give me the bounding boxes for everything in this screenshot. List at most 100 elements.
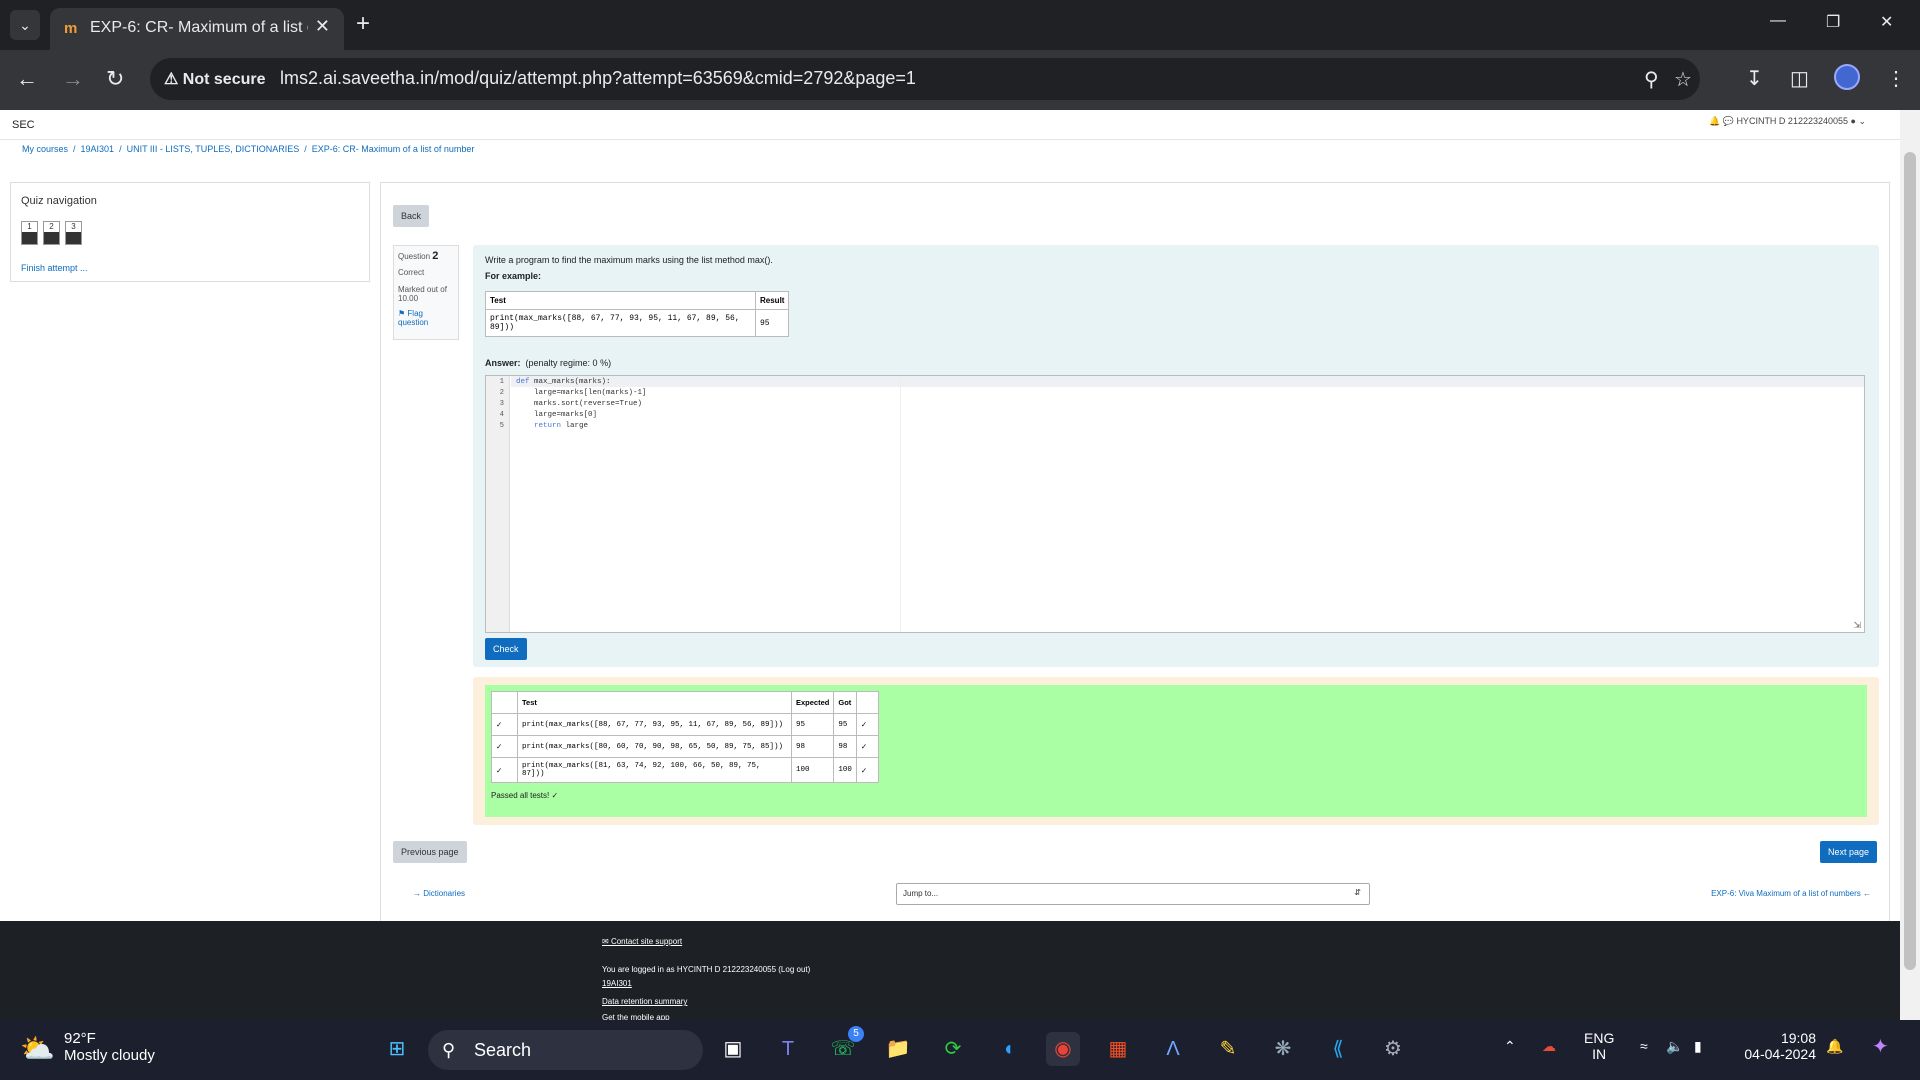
whatsapp-icon[interactable]: ☏ 5 xyxy=(826,1026,864,1066)
reload-icon[interactable]: ↻ xyxy=(106,66,124,92)
windows-start-icon[interactable]: ⊞ xyxy=(380,1032,414,1066)
expected-cell: 95 xyxy=(790,713,835,736)
flag-question-link[interactable]: ⚑ Flag question xyxy=(398,309,454,327)
back-button[interactable]: Back xyxy=(393,205,430,227)
new-tab-icon[interactable]: + xyxy=(356,10,370,38)
battery-icon[interactable]: ▮ xyxy=(1694,1038,1702,1055)
pass-check-icon: ✓ xyxy=(855,757,879,783)
browser-tab[interactable]: m EXP-6: CR- Maximum of a list of number… xyxy=(50,8,344,50)
restore-icon[interactable]: ❐ xyxy=(1826,12,1840,32)
question-number: 2 xyxy=(432,250,439,262)
omnibox[interactable]: ⚠ Not secure lms2.ai.saveetha.in/mod/qui… xyxy=(150,58,1700,100)
next-page-button[interactable]: Next page xyxy=(1819,841,1877,863)
previous-page-button[interactable]: Previous page xyxy=(393,841,467,863)
vscode-icon[interactable]: ⟪ xyxy=(1321,1032,1355,1066)
clock-time: 19:08 xyxy=(1780,1030,1816,1046)
keyword-def: def xyxy=(516,378,530,386)
code-text: large xyxy=(561,422,589,430)
select-arrows-icon: ⇵ xyxy=(1354,888,1361,897)
code-line-2[interactable]: large=marks[len(marks)-1] xyxy=(516,389,647,397)
quiz-nav-number: 1 xyxy=(22,222,37,232)
question-prompt: Write a program to find the maximum mark… xyxy=(485,255,773,265)
contact-support-text: Contact site support xyxy=(610,937,683,946)
finish-attempt-link[interactable]: Finish attempt ... xyxy=(21,263,88,273)
table-row: ✓ print(max_marks([88, 67, 77, 93, 95, 1… xyxy=(491,713,879,736)
bug-app-icon[interactable]: ❋ xyxy=(1266,1032,1300,1066)
windows-taskbar: ⛅ 92°F Mostly cloudy ⊞ ⚲ Search ▣ T ☏ 5 📁… xyxy=(0,1020,1920,1080)
menu-dots-icon[interactable]: ⋮ xyxy=(1886,66,1906,91)
teams-icon[interactable]: T xyxy=(771,1032,805,1066)
zoom-icon[interactable]: ⚲ xyxy=(1644,67,1659,92)
resize-handle-icon[interactable]: ⇲ xyxy=(1853,620,1861,631)
code-line-1[interactable]: def max_marks(marks): xyxy=(516,378,611,386)
answer-title: Answer: xyxy=(485,358,521,368)
side-panel-icon[interactable]: ◫ xyxy=(1790,66,1809,91)
pass-check-icon: ✓ xyxy=(491,735,518,758)
taskbar-search[interactable]: ⚲ Search xyxy=(428,1030,703,1070)
weather-desc: Mostly cloudy xyxy=(64,1047,155,1064)
logged-in-text[interactable]: You are logged in as HYCINTH D 212223240… xyxy=(602,965,810,974)
spinner-app-icon[interactable]: ⟳ xyxy=(936,1032,970,1066)
breadcrumb-exp[interactable]: EXP-6: CR- Maximum of a list of number xyxy=(312,144,475,154)
data-retention-link[interactable]: Data retention summary xyxy=(602,997,687,1006)
edge-icon[interactable]: ◖ xyxy=(991,1032,1025,1066)
forward-arrow-icon[interactable]: → xyxy=(62,66,84,92)
check-button[interactable]: Check xyxy=(485,638,527,660)
task-view-icon[interactable]: ▣ xyxy=(716,1032,750,1066)
close-tab-icon[interactable]: ✕ xyxy=(315,16,330,37)
tray-chevron-up-icon[interactable]: ⌃ xyxy=(1504,1038,1516,1055)
notification-bell-icon[interactable]: 🔔 xyxy=(1826,1038,1843,1055)
bookmark-star-icon[interactable]: ☆ xyxy=(1674,67,1692,92)
close-window-icon[interactable]: ✕ xyxy=(1880,12,1893,32)
code-line-4[interactable]: large=marks[0] xyxy=(516,411,597,419)
answer-label: Answer: (penalty regime: 0 %) xyxy=(485,358,611,368)
microsoft-store-icon[interactable]: ▦ xyxy=(1101,1032,1135,1066)
copilot-icon[interactable]: ✦ xyxy=(1872,1034,1889,1059)
test-results-table: Test Expected Got ✓ print(max_marks([88,… xyxy=(491,691,879,783)
scrollbar-thumb[interactable] xyxy=(1904,152,1916,970)
not-secure-label[interactable]: ⚠ Not secure xyxy=(164,69,266,89)
question-text-box: Write a program to find the maximum mark… xyxy=(473,245,1879,667)
download-icon[interactable]: ↧ xyxy=(1746,66,1763,91)
chrome-icon[interactable]: ◉ xyxy=(1046,1032,1080,1066)
minimize-icon[interactable]: — xyxy=(1770,12,1786,30)
breadcrumb-my-courses[interactable]: My courses xyxy=(22,144,68,154)
site-name[interactable]: SEC xyxy=(12,119,35,131)
contact-support-link[interactable]: ✉ Contact site support xyxy=(602,937,682,946)
code-editor[interactable]: 1 2 3 4 5 def max_marks(marks): large=ma… xyxy=(485,375,1865,633)
profile-avatar[interactable] xyxy=(1834,64,1860,90)
onedrive-error-icon[interactable]: ☁ xyxy=(1542,1038,1556,1055)
back-arrow-icon[interactable]: ← xyxy=(16,66,38,92)
user-menu[interactable]: 🔔 💬 HYCINTH D 212223240055 ● ⌄ xyxy=(1709,116,1866,127)
next-activity-link[interactable]: EXP-6: Viva Maximum of a list of numbers… xyxy=(1711,889,1871,898)
breadcrumb-sep: / xyxy=(119,144,122,154)
clock[interactable]: 19:08 04-04-2024 xyxy=(1736,1030,1816,1062)
url-text[interactable]: lms2.ai.saveetha.in/mod/quiz/attempt.php… xyxy=(280,68,916,89)
file-explorer-icon[interactable]: 📁 xyxy=(881,1032,915,1066)
wifi-icon[interactable]: ≈ xyxy=(1640,1038,1648,1054)
jump-to-select[interactable]: Jump to... ⇵ xyxy=(896,883,1370,905)
quiz-nav-button-1[interactable]: 1 xyxy=(21,221,38,245)
code-line-3[interactable]: marks.sort(reverse=True) xyxy=(516,400,642,408)
weather-widget[interactable]: 92°F Mostly cloudy xyxy=(64,1030,155,1064)
breadcrumb-sep: / xyxy=(73,144,76,154)
vertical-scrollbar[interactable] xyxy=(1900,110,1920,1020)
quiz-nav-button-2[interactable]: 2 xyxy=(43,221,60,245)
breadcrumb-course[interactable]: 19AI301 xyxy=(81,144,115,154)
app-launcher-icon[interactable]: Λ xyxy=(1156,1032,1190,1066)
got-cell: 95 xyxy=(833,713,857,736)
cloud-weather-icon[interactable]: ⛅ xyxy=(20,1032,55,1065)
breadcrumb-unit[interactable]: UNIT III - LISTS, TUPLES, DICTIONARIES xyxy=(127,144,300,154)
table-row: ✓ print(max_marks([80, 60, 70, 90, 98, 6… xyxy=(491,735,879,758)
previous-activity-link[interactable]: → Dictionaries xyxy=(413,889,465,898)
code-line-5[interactable]: return large xyxy=(516,422,588,430)
keyword-return: return xyxy=(534,422,562,430)
quiz-nav-button-3[interactable]: 3 xyxy=(65,221,82,245)
tab-search-chevron-icon[interactable]: ⌄ xyxy=(10,10,40,40)
test-cell: print(max_marks([80, 60, 70, 90, 98, 65,… xyxy=(517,735,792,758)
volume-icon[interactable]: 🔈 xyxy=(1666,1038,1683,1055)
python-icon[interactable]: ✎ xyxy=(1211,1032,1245,1066)
settings-gear-icon[interactable]: ⚙ xyxy=(1376,1032,1410,1066)
course-link[interactable]: 19AI301 xyxy=(602,979,632,988)
language-indicator[interactable]: ENG IN xyxy=(1584,1030,1614,1062)
